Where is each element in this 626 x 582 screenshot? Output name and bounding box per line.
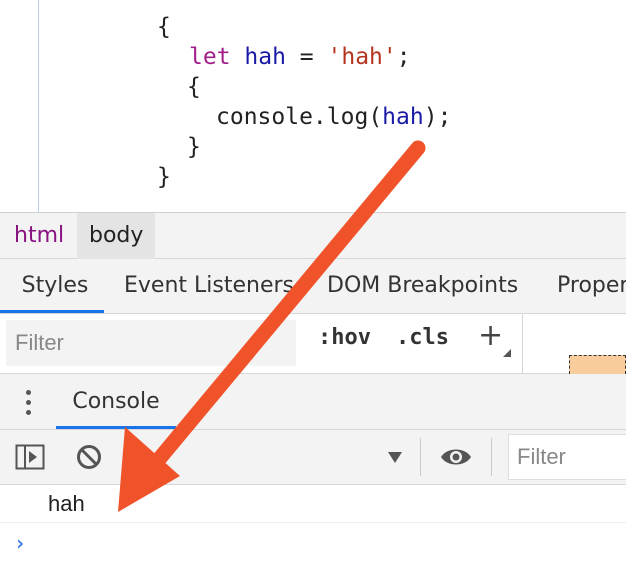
console-output: hah › (0, 485, 626, 582)
assign-op: = (285, 44, 328, 70)
brace-close: } (187, 134, 201, 160)
console-log-call: console.log( (216, 104, 383, 130)
breadcrumb-html[interactable]: html (2, 213, 76, 259)
keyword-let: let (189, 44, 231, 70)
tab-active-indicator (56, 426, 176, 429)
toolbar-separator (420, 438, 421, 476)
brace-close: } (157, 164, 171, 190)
tab-active-indicator (0, 310, 104, 313)
drawer-header: Console (0, 374, 626, 430)
styles-toolbar: :hov .cls + (0, 314, 626, 374)
console-message: hah (0, 485, 626, 523)
string-literal: 'hah' (327, 44, 397, 70)
hover-state-button[interactable]: :hov (318, 325, 371, 350)
code-line-4: console.log(hah); (216, 102, 451, 132)
styles-tab-bar: Styles Event Listeners DOM Breakpoints P… (0, 259, 626, 314)
new-style-rule-button[interactable]: + (478, 318, 503, 353)
call-close: ); (423, 104, 452, 130)
tab-console[interactable]: Console (56, 374, 176, 429)
code-line-2: let hah = 'hah'; (189, 42, 411, 72)
code-line-6: } (157, 162, 171, 192)
breadcrumb-body[interactable]: body (77, 213, 156, 259)
kebab-menu-icon[interactable] (26, 390, 34, 416)
console-filter-input[interactable] (508, 434, 626, 480)
console-message-text: hah (48, 491, 85, 516)
styles-filter-input[interactable] (6, 320, 296, 366)
toolbar-separator (124, 438, 125, 476)
context-value: t (144, 444, 153, 469)
code-line-3: { (187, 72, 201, 102)
brace-open: { (187, 74, 201, 100)
semicolon: ; (396, 44, 411, 70)
source-code-pane: { let hah = 'hah'; { console.log(hah); }… (0, 0, 626, 212)
brace-open: { (157, 14, 171, 40)
breadcrumb: html body (0, 212, 626, 259)
box-model-margin (569, 355, 626, 374)
dropdown-caret-icon (388, 452, 402, 463)
tab-styles[interactable]: Styles (6, 259, 104, 313)
console-toolbar: t (0, 430, 626, 485)
variable-name: hah (244, 44, 286, 70)
console-sidebar-icon[interactable] (15, 444, 45, 470)
tab-event-listeners[interactable]: Event Listeners (124, 259, 294, 313)
context-selector[interactable]: t (136, 430, 406, 484)
toolbar-separator (491, 438, 492, 476)
console-prompt-icon[interactable]: › (14, 531, 26, 555)
class-toggle-button[interactable]: .cls (396, 325, 449, 350)
gutter-divider (38, 0, 39, 212)
pane-divider[interactable] (522, 314, 523, 374)
tab-dom-breakpoints[interactable]: DOM Breakpoints (327, 259, 518, 313)
rule-menu-corner-icon[interactable] (503, 349, 511, 357)
code-line-5: } (187, 132, 201, 162)
call-argument: hah (382, 104, 424, 130)
clear-console-icon[interactable] (76, 444, 102, 470)
code-line-1: { (157, 12, 171, 42)
live-expression-eye-icon[interactable] (439, 444, 473, 470)
tab-properties[interactable]: Proper (557, 259, 626, 313)
